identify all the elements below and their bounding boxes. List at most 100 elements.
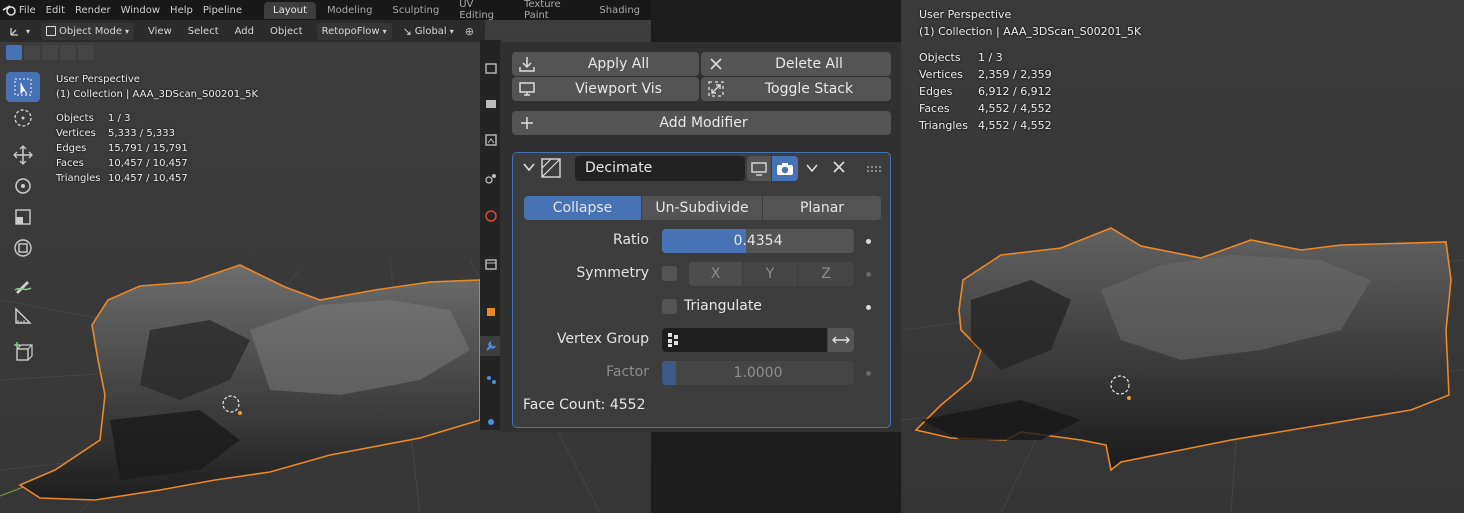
menu-object[interactable]: Object (262, 26, 311, 37)
output-properties-icon[interactable] (480, 130, 501, 150)
particles-properties-icon[interactable] (480, 370, 501, 390)
apply-all-label: Apply All (587, 56, 650, 72)
rotate-tool[interactable] (6, 171, 40, 201)
symmetry-checkbox[interactable] (662, 266, 677, 281)
keyframe-dot-icon[interactable] (866, 371, 871, 376)
menu-add[interactable]: Add (227, 26, 262, 37)
mode-label: Object Mode (59, 25, 123, 37)
physics-properties-icon[interactable] (480, 412, 501, 432)
world-properties-icon[interactable] (480, 206, 501, 226)
vertex-group-icon (668, 333, 678, 347)
factor-value: 1.0000 (733, 365, 783, 381)
menu-select[interactable]: Select (180, 26, 227, 37)
object-mode-icon (46, 26, 57, 36)
collection-properties-icon[interactable] (480, 254, 501, 274)
remove-modifier-close-icon[interactable] (832, 160, 846, 178)
menu-edit[interactable]: Edit (44, 5, 73, 16)
annotate-tool[interactable] (6, 270, 40, 300)
apply-all-button[interactable]: Apply All (512, 52, 699, 76)
ratio-label: Ratio (613, 232, 649, 248)
chevron-down-icon: ▾ (449, 26, 454, 36)
tab-shading[interactable]: Shading (590, 2, 649, 19)
factor-slider[interactable]: 1.0000 (662, 361, 854, 385)
monitor-icon (751, 161, 767, 176)
scale-tool[interactable] (6, 202, 40, 232)
decimate-modifier-card: Decimate Collapse Un-Subdivide Planar Ra… (512, 152, 891, 428)
blender-logo-icon[interactable] (0, 0, 19, 20)
tab-sculpting[interactable]: Sculpting (384, 2, 449, 19)
select-subtract-icon[interactable] (42, 45, 58, 60)
retopoflow-label: RetopoFlow (321, 25, 380, 37)
mode-dropdown[interactable]: Object Mode ▾ (41, 22, 135, 40)
tab-texture-paint[interactable]: Texture Paint (515, 0, 588, 24)
show-in-render-toggle[interactable] (772, 156, 798, 181)
menu-render[interactable]: Render (73, 5, 119, 16)
stat-row-faces: Faces 4,552 / 4,552 (919, 102, 1052, 115)
tool-properties-icon[interactable] (480, 58, 501, 78)
tab-planar[interactable]: Planar (763, 196, 881, 220)
modifier-name-field[interactable]: Decimate (575, 156, 745, 181)
axis-gizmo-icon (10, 28, 18, 36)
symmetry-axis-z[interactable]: Z (798, 262, 854, 286)
toggle-stack-button[interactable]: Toggle Stack (701, 77, 891, 101)
transform-orientation-icon: ↘ (402, 24, 412, 38)
symmetry-axis-x[interactable]: X (689, 262, 742, 286)
cursor-tool[interactable] (6, 103, 40, 133)
triangulate-checkbox[interactable] (662, 299, 677, 314)
orientation-dropdown[interactable]: ↘ Global ▾ (398, 23, 459, 40)
drag-handle-icon[interactable] (867, 162, 883, 178)
keyframe-dot-icon[interactable] (866, 239, 871, 244)
select-new-icon[interactable] (6, 45, 22, 60)
stat-row-objects: Objects 1 / 3 (56, 113, 131, 124)
menu-help[interactable]: Help (168, 5, 201, 16)
viewport-statistics-after: User Perspective (1) Collection | AAA_3D… (919, 6, 1141, 134)
toggle-stack-label: Toggle Stack (764, 81, 854, 97)
tab-un-subdivide[interactable]: Un-Subdivide (642, 196, 762, 220)
render-properties-icon[interactable] (480, 94, 501, 114)
measure-tool[interactable] (6, 301, 40, 331)
add-cube-tool[interactable] (6, 338, 40, 368)
invert-vertex-group-button[interactable] (828, 328, 854, 352)
ratio-slider[interactable]: 0.4354 (662, 229, 854, 253)
select-extend-icon[interactable] (24, 45, 40, 60)
move-tool[interactable] (6, 140, 40, 170)
viewport-3d-after[interactable]: User Perspective (1) Collection | AAA_3D… (901, 0, 1464, 513)
plus-icon (516, 116, 538, 130)
keyframe-dot-icon[interactable] (866, 272, 871, 277)
tab-planar-label: Planar (799, 200, 845, 216)
menu-file[interactable]: File (19, 5, 44, 16)
retopoflow-dropdown[interactable]: RetopoFlow ▾ (316, 22, 392, 40)
delete-all-button[interactable]: Delete All (701, 52, 891, 76)
select-invert-icon[interactable] (60, 45, 76, 60)
select-box-tool[interactable] (6, 72, 40, 102)
viewport-statistics-before: User Perspective (1) Collection | AAA_3D… (56, 72, 258, 186)
stat-row-vertices: Vertices 2,359 / 2,359 (919, 68, 1052, 81)
add-modifier-button[interactable]: Add Modifier (512, 111, 891, 135)
viewport-header: ▾ Object Mode ▾ View Select Add Object R… (0, 20, 485, 42)
tab-layout[interactable]: Layout (264, 1, 316, 19)
viewport-vis-button[interactable]: Viewport Vis (512, 77, 699, 101)
transform-tool[interactable] (6, 233, 40, 263)
keyframe-dot-icon[interactable] (866, 305, 871, 310)
menu-pipeline[interactable]: Pipeline (201, 5, 250, 16)
tab-collapse-label: Collapse (552, 200, 613, 216)
selection-mode-buttons (6, 45, 94, 62)
select-intersect-icon[interactable] (78, 45, 94, 60)
object-properties-icon[interactable] (480, 302, 501, 322)
modifier-properties-icon[interactable] (480, 336, 501, 356)
menu-view[interactable]: View (140, 26, 180, 37)
vertex-group-field[interactable] (662, 328, 827, 352)
menu-window[interactable]: Window (119, 5, 168, 16)
swap-arrows-icon (832, 336, 850, 344)
collapse-chevron-icon[interactable] (522, 160, 536, 178)
pivot-point-icon[interactable]: ⊕ (465, 25, 474, 38)
show-in-viewport-toggle[interactable] (747, 156, 771, 181)
tab-collapse[interactable]: Collapse (524, 196, 641, 220)
axis-y-label: Y (765, 266, 775, 282)
orientation-label: Global (414, 25, 447, 37)
tab-modeling[interactable]: Modeling (318, 2, 382, 19)
modifier-menu-chevron-icon[interactable] (805, 161, 819, 179)
scene-properties-icon[interactable] (480, 168, 501, 188)
symmetry-axis-y[interactable]: Y (743, 262, 797, 286)
editor-type-button[interactable]: ▾ (4, 23, 35, 40)
